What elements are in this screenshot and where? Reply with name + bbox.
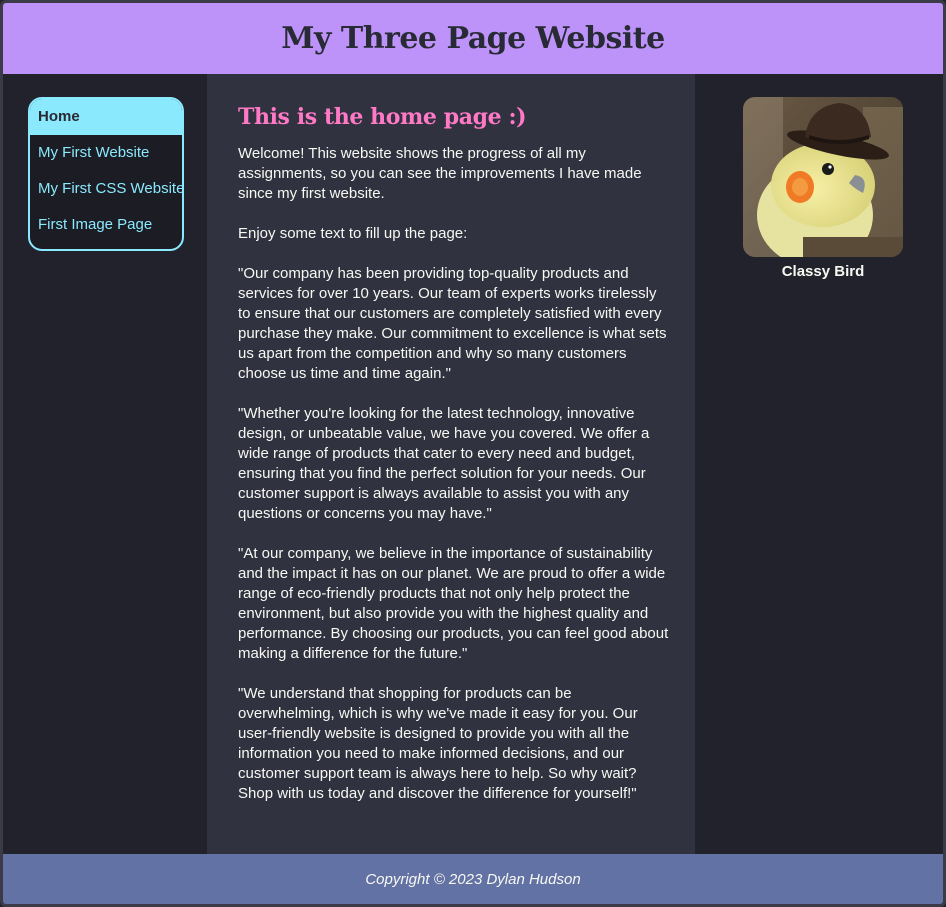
sidebar-figure: Classy Bird bbox=[743, 97, 903, 280]
nav-item-home[interactable]: Home bbox=[30, 99, 182, 135]
page-heading: This is the home page :) bbox=[238, 104, 527, 130]
nav-item-my-first-css-website[interactable]: My First CSS Website bbox=[30, 171, 182, 207]
paragraph-quote-2: "Whether you're looking for the latest t… bbox=[238, 405, 650, 522]
paragraph-quote-4: "We understand that shopping for product… bbox=[238, 685, 638, 802]
site-footer: Copyright © 2023 Dylan Hudson bbox=[3, 854, 943, 904]
site-title: My Three Page Website bbox=[281, 21, 665, 56]
image-caption: Classy Bird bbox=[781, 263, 865, 280]
nav-item-first-image-page[interactable]: First Image Page bbox=[30, 207, 182, 243]
copyright-text: Copyright © 2023 Dylan Hudson bbox=[365, 870, 581, 888]
page-frame: My Three Page Website Home My First Webs… bbox=[0, 0, 946, 907]
nav-item-my-first-website[interactable]: My First Website bbox=[30, 135, 182, 171]
paragraph-intro: Enjoy some text to fill up the page: bbox=[238, 225, 468, 242]
paragraph-quote-3: "At our company, we believe in the impor… bbox=[238, 545, 669, 662]
side-nav: Home My First Website My First CSS Websi… bbox=[28, 97, 184, 251]
paragraph-quote-1: "Our company has been providing top-qual… bbox=[238, 265, 667, 382]
site-header: My Three Page Website bbox=[3, 3, 943, 74]
classy-bird-image bbox=[743, 97, 903, 257]
paragraph-welcome: Welcome! This website shows the progress… bbox=[238, 145, 642, 202]
main-content: This is the home page :) Welcome! This w… bbox=[207, 74, 695, 856]
